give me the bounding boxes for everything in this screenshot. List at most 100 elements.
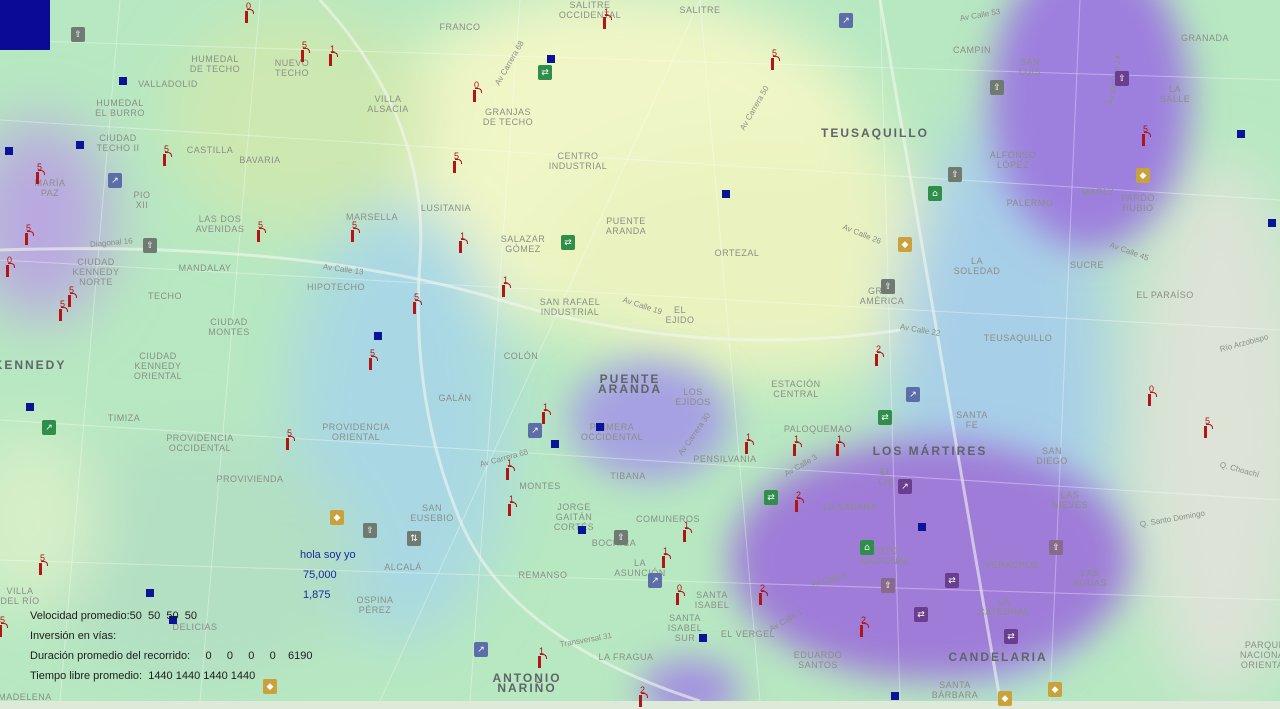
neighborhood-label: CIUDAD KENNEDY NORTE (72, 257, 120, 287)
flag-pin-icon[interactable]: 5 (350, 220, 360, 244)
poi-icon[interactable]: ⇧ (71, 27, 85, 42)
agent-square-marker[interactable] (1237, 130, 1245, 138)
poi-icon[interactable]: ⇄ (945, 573, 959, 588)
poi-icon[interactable]: ⇅ (407, 531, 421, 546)
pin-stem (329, 54, 332, 66)
flag-pin-icon[interactable]: 2 (859, 615, 869, 639)
poi-icon[interactable]: ⇧ (881, 578, 895, 593)
flag-pin-icon[interactable]: 5 (256, 220, 266, 244)
flag-pin-icon[interactable]: 2 (794, 490, 804, 514)
flag-pin-icon[interactable]: 1 (537, 646, 547, 670)
neighborhood-label: ANTONIO NARIÑO (492, 671, 562, 695)
poi-icon[interactable]: ⇧ (363, 523, 377, 538)
agent-square-marker[interactable] (578, 526, 586, 534)
poi-icon[interactable]: ↗ (108, 173, 122, 188)
agent-square-marker[interactable] (5, 147, 13, 155)
road-label: Diagonal 16 (89, 236, 133, 249)
poi-icon[interactable]: ↗ (474, 642, 488, 657)
poi-icon[interactable]: ↗ (648, 573, 662, 588)
agent-square-marker[interactable] (918, 523, 926, 531)
flag-pin-icon[interactable]: 5 (412, 292, 422, 316)
flag-pin-icon[interactable]: 5 (285, 428, 295, 452)
flag-pin-icon[interactable]: 1 (661, 546, 671, 570)
agent-square-marker[interactable] (547, 55, 555, 63)
flag-pin-icon[interactable]: 1 (602, 7, 612, 31)
neighborhood-label: OSPINA PÉREZ (356, 595, 394, 615)
poi-icon[interactable]: ⇄ (1004, 629, 1018, 644)
poi-icon[interactable]: ⇧ (1049, 540, 1063, 555)
flag-pin-icon[interactable]: 1 (505, 458, 515, 482)
flag-pin-icon[interactable]: 5 (452, 151, 462, 175)
flag-pin-icon[interactable]: 5 (1141, 124, 1151, 148)
flag-pin-icon[interactable]: 1 (507, 494, 517, 518)
flag-pin-icon[interactable]: 1 (744, 432, 754, 456)
poi-icon[interactable]: ⇄ (561, 235, 575, 250)
flag-pin-icon[interactable]: 5 (0, 615, 8, 639)
pin-stem (39, 563, 42, 575)
poi-icon[interactable]: ⇄ (764, 490, 778, 505)
poi-icon[interactable]: ⇄ (878, 410, 892, 425)
flag-pin-icon[interactable]: 1 (328, 44, 338, 68)
flag-pin-icon[interactable]: 0 (1147, 384, 1157, 408)
road-label: Av Carrera 30 (676, 411, 713, 458)
agent-square-marker[interactable] (722, 190, 730, 198)
flag-pin-icon[interactable]: 0 (244, 1, 254, 25)
flag-pin-icon[interactable]: 2 (874, 344, 884, 368)
agent-square-marker[interactable] (76, 141, 84, 149)
agent-square-marker[interactable] (596, 423, 604, 431)
poi-icon[interactable]: ⇧ (614, 530, 628, 545)
agent-square-marker[interactable] (26, 403, 34, 411)
agent-square-marker[interactable] (891, 692, 899, 700)
poi-icon[interactable]: ⌂ (860, 540, 874, 555)
poi-icon[interactable]: ↗ (839, 13, 853, 28)
poi-icon[interactable]: ◆ (1136, 168, 1150, 183)
pin-stem (68, 295, 71, 307)
flag-pin-icon[interactable]: 5 (162, 144, 172, 168)
poi-icon[interactable]: ⇧ (990, 80, 1004, 95)
flag-pin-icon[interactable]: 1 (458, 231, 468, 255)
agent-square-marker[interactable] (1268, 219, 1276, 227)
flag-pin-icon[interactable]: 5 (24, 223, 34, 247)
poi-icon[interactable]: ◆ (998, 691, 1012, 706)
neighborhood-label: GALÁN (438, 393, 472, 403)
flag-pin-icon[interactable]: 2 (758, 583, 768, 607)
agent-square-marker[interactable] (119, 77, 127, 85)
flag-pin-icon[interactable]: 5 (67, 285, 77, 309)
poi-icon[interactable]: ◆ (330, 510, 344, 525)
agent-square-marker[interactable] (699, 634, 707, 642)
poi-icon[interactable]: ⇧ (948, 167, 962, 182)
flag-pin-icon[interactable]: 1 (541, 402, 551, 426)
flag-pin-icon[interactable]: 5 (300, 40, 310, 64)
poi-icon[interactable]: ↗ (528, 423, 542, 438)
flag-pin-icon[interactable]: 5 (368, 348, 378, 372)
poi-icon[interactable]: ⌂ (928, 186, 942, 201)
flag-pin-icon[interactable]: 5 (35, 162, 45, 186)
flag-pin-icon[interactable]: 5 (1203, 416, 1213, 440)
poi-icon[interactable]: ⇧ (1115, 71, 1129, 86)
flag-pin-icon[interactable]: 5 (38, 553, 48, 577)
poi-icon[interactable]: ◆ (1048, 682, 1062, 697)
poi-icon[interactable]: ◆ (898, 237, 912, 252)
flag-pin-icon[interactable]: 1 (682, 520, 692, 544)
flag-pin-icon[interactable]: 1 (501, 275, 511, 299)
flag-pin-icon[interactable]: 1 (792, 434, 802, 458)
flag-pin-icon[interactable]: 5 (770, 48, 780, 72)
poi-icon[interactable]: ↗ (42, 420, 56, 435)
agent-square-marker[interactable] (374, 332, 382, 340)
flag-pin-icon[interactable]: 0 (472, 80, 482, 104)
agent-square-marker[interactable] (146, 589, 154, 597)
agent-square-marker[interactable] (551, 440, 559, 448)
flag-pin-icon[interactable]: 0 (675, 583, 685, 607)
stat-inversion: Inversión en vías: (30, 630, 117, 642)
neighborhood-label: TIBANA (610, 471, 646, 481)
poi-icon[interactable]: ⇧ (881, 279, 895, 294)
poi-icon[interactable]: ⇧ (143, 238, 157, 253)
flag-pin-icon[interactable]: 1 (835, 434, 845, 458)
flag-pin-icon[interactable]: 2 (638, 685, 648, 709)
poi-icon[interactable]: ↗ (898, 479, 912, 494)
poi-icon[interactable]: ↗ (906, 387, 920, 402)
poi-icon[interactable]: ⇄ (538, 65, 552, 80)
flag-pin-icon[interactable]: 5 (58, 299, 68, 323)
poi-icon[interactable]: ⇄ (914, 607, 928, 622)
flag-pin-icon[interactable]: 0 (5, 255, 15, 279)
